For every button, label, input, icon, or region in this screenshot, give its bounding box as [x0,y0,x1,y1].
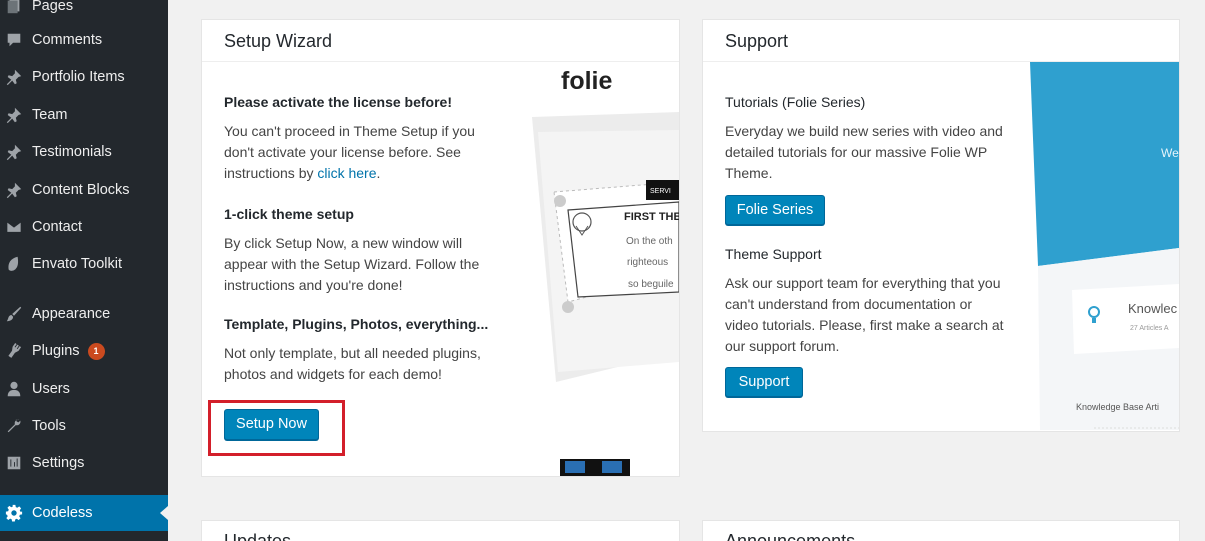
support-preview-image: We Knowlec 27 Articles A Knowledge Base … [1030,62,1179,430]
comments-icon [4,30,24,50]
pin-icon [4,105,24,125]
sidebar-item-label: Team [32,107,68,123]
brush-icon [4,304,24,324]
sidebar-item-label: Settings [32,455,85,471]
sidebar-item-content-blocks[interactable]: Content Blocks [0,172,168,208]
one-click-text: By click Setup Now, a new window will ap… [224,235,480,293]
sidebar-item-appearance[interactable]: Appearance [0,296,168,332]
plug-icon [4,341,24,361]
update-count-badge: 1 [87,342,105,360]
preview-tag: SERVI [650,188,671,195]
sidebar-item-comments[interactable]: Comments [0,22,168,58]
sidebar-item-label: Contact [32,219,82,235]
tutorials-heading: Tutorials (Folie Series) [725,94,866,110]
sidebar-item-tools[interactable]: Tools [0,408,168,444]
admin-sidebar: Pages Comments Portfolio Items Team Test… [0,0,168,541]
highlight-box [208,400,345,456]
sidebar-item-envato-toolkit[interactable]: Envato Toolkit [0,246,168,282]
license-heading: Please activate the license before! [224,94,452,110]
theme-support-heading: Theme Support [725,246,822,262]
sidebar-item-codeless[interactable]: Codeless [0,495,168,531]
preview-hero-text: We [1161,146,1179,160]
sidebar-item-portfolio-items[interactable]: Portfolio Items [0,59,168,95]
template-text: Not only template, but all needed plugin… [224,345,481,382]
support-button[interactable]: Support [725,367,803,397]
sidebar-item-label: Envato Toolkit [32,256,123,272]
user-icon [4,379,24,399]
pages-icon [4,0,24,16]
sidebar-item-label: Plugins [32,343,80,359]
one-click-heading: 1-click theme setup [224,206,354,222]
tutorials-text: Everyday we build new series with video … [725,123,1003,181]
preview-kb-footer: Knowledge Base Arti [1076,402,1159,412]
sidebar-item-pages[interactable]: Pages [0,0,168,24]
sidebar-item-label: Portfolio Items [32,69,125,85]
preview-kb-sub: 27 Articles A [1130,325,1169,332]
sidebar-item-label: Content Blocks [32,182,130,198]
mail-icon [4,217,24,237]
sidebar-item-label: Codeless [32,505,93,521]
gear-icon [4,503,24,523]
sidebar-item-label: Appearance [32,306,111,322]
sidebar-item-label: Testimonials [32,144,112,160]
preview-line-1: On the oth [626,236,673,247]
theme-support-text: Ask our support team for everything that… [725,275,1004,354]
settings-icon [4,453,24,473]
sidebar-item-label: Tools [32,418,66,434]
click-here-link[interactable]: click here [317,165,376,181]
pin-icon [4,180,24,200]
template-heading: Template, Plugins, Photos, everything... [224,316,489,332]
preview-line-3: so beguile [628,279,674,290]
sidebar-item-team[interactable]: Team [0,97,168,133]
folie-series-button[interactable]: Folie Series [725,195,825,225]
announcements-title: Announcements [703,521,1179,541]
announcements-panel: Announcements [702,520,1180,541]
sidebar-item-settings[interactable]: Settings [0,445,168,481]
preview-brand: folie [561,67,612,95]
sidebar-item-label: Users [32,381,70,397]
sidebar-item-users[interactable]: Users [0,371,168,407]
updates-panel: Updates [201,520,680,541]
wrench-icon [4,416,24,436]
sidebar-item-testimonials[interactable]: Testimonials [0,134,168,170]
support-title: Support [703,20,1179,62]
sidebar-item-contact[interactable]: Contact [0,209,168,245]
sidebar-item-plugins[interactable]: Plugins 1 [0,333,168,369]
pin-icon [4,142,24,162]
leaf-icon [4,254,24,274]
theme-preview-image: SERVI FIRST THE On the oth righteous so … [528,62,679,476]
preview-kb-title: Knowlec [1128,301,1178,316]
updates-title: Updates [202,521,679,541]
active-menu-arrow [160,506,168,520]
license-text: You can't proceed in Theme Setup if you … [224,123,475,181]
sidebar-item-label: Comments [32,32,103,48]
preview-line-2: righteous [627,257,668,268]
sidebar-item-label: Pages [32,0,74,14]
preview-heading: FIRST THE [624,211,679,223]
setup-wizard-title: Setup Wizard [202,20,679,62]
pin-icon [4,67,24,87]
